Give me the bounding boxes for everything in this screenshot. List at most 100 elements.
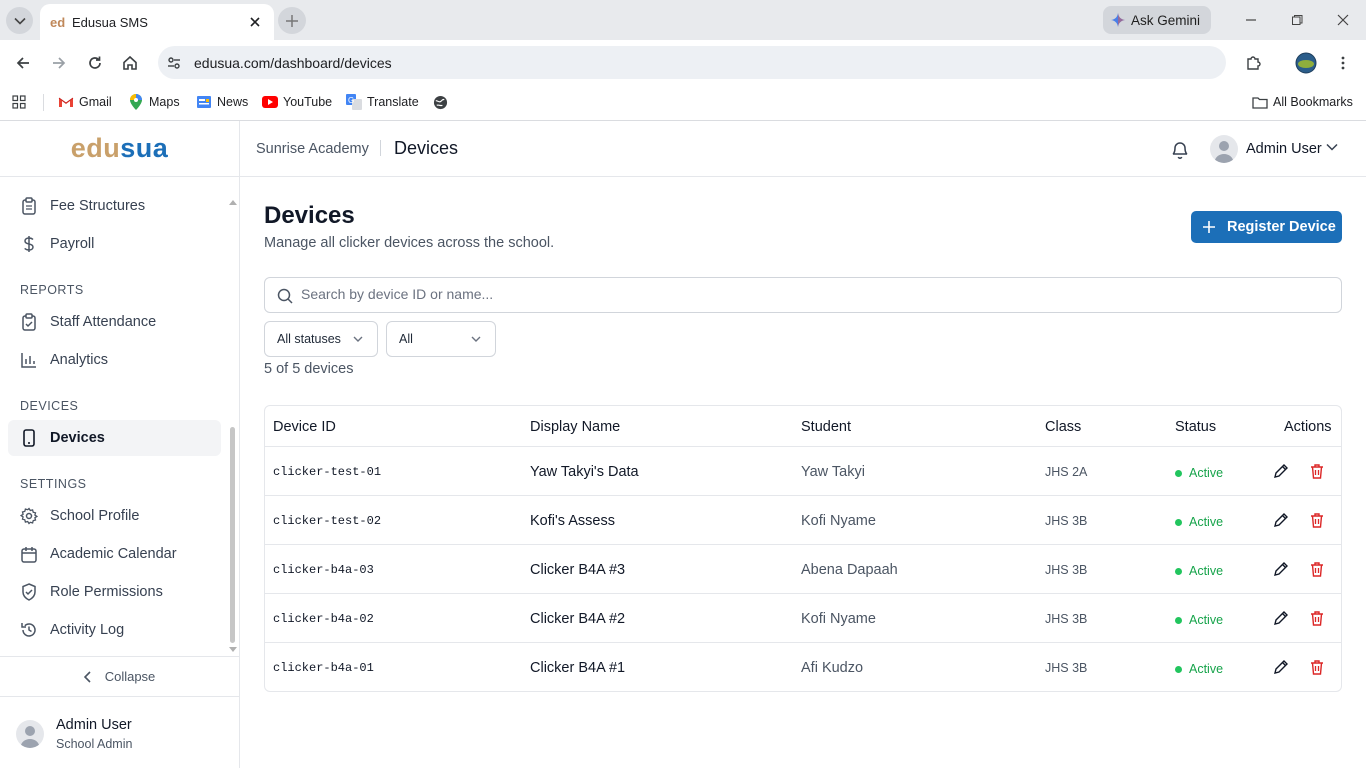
collapse-button[interactable]: Collapse [0, 656, 239, 696]
tab-close-button[interactable] [246, 13, 264, 31]
student-cell: Abena Dapaah [801, 562, 898, 578]
user-icon [1214, 141, 1234, 163]
sidebar-item-fee-structures[interactable]: Fee Structures [8, 188, 221, 224]
status-badge: Active [1175, 466, 1223, 480]
edusua-logo[interactable]: edu sua [0, 121, 239, 177]
section-label-settings: SETTINGS [20, 477, 87, 491]
browser-tab[interactable]: ed Edusua SMS [40, 4, 274, 40]
back-button[interactable] [12, 52, 34, 74]
bookmark-gmail[interactable]: Gmail [58, 93, 112, 111]
chevron-down-icon [13, 17, 26, 25]
sidebar-item-payroll[interactable]: Payroll [8, 226, 221, 262]
gmail-icon [58, 94, 74, 110]
sidebar-scrollbar[interactable] [230, 427, 235, 643]
sidebar-item-devices[interactable]: Devices [8, 420, 221, 456]
class-cell: JHS 2A [1045, 465, 1088, 479]
device-id-cell: clicker-test-02 [273, 514, 382, 528]
profile-button[interactable] [1295, 52, 1317, 74]
sidebar-user-card[interactable]: Admin User School Admin [0, 696, 239, 768]
sidebar-item-role-permissions[interactable]: Role Permissions [8, 574, 221, 610]
bookmark-youtube[interactable]: YouTube [262, 93, 332, 111]
url-text: edusua.com/dashboard/devices [194, 55, 392, 71]
extensions-button[interactable] [1242, 52, 1264, 74]
bookmark-web[interactable] [432, 93, 453, 111]
scroll-down-arrow-icon[interactable] [229, 647, 237, 653]
gemini-sparkle-icon [1111, 13, 1125, 27]
header-avatar[interactable] [1210, 135, 1238, 163]
tab-search-button[interactable] [6, 7, 33, 34]
search-icon [277, 288, 293, 304]
plus-icon [286, 14, 298, 27]
delete-trash-icon[interactable] [1309, 610, 1325, 626]
status-dot [1175, 616, 1182, 624]
sidebar-item-label: Fee Structures [50, 198, 146, 214]
phone-icon [20, 429, 38, 447]
bell-icon[interactable] [1170, 140, 1190, 160]
search-input[interactable] [301, 286, 1301, 302]
restore-button[interactable] [1289, 12, 1305, 28]
student-cell: Kofi Nyame [801, 611, 876, 627]
edit-pencil-icon[interactable] [1273, 659, 1289, 675]
edit-pencil-icon[interactable] [1273, 463, 1289, 479]
plus-icon [1203, 221, 1215, 233]
bookmark-news[interactable]: News [196, 93, 248, 111]
bookmark-translate[interactable]: G Translate [346, 93, 419, 111]
delete-trash-icon[interactable] [1309, 561, 1325, 577]
all-bookmarks-label: All Bookmarks [1273, 95, 1353, 109]
minimize-button[interactable] [1243, 12, 1259, 28]
page-title: Devices [394, 138, 459, 158]
table-row[interactable]: clicker-test-02 Kofi's Assess Kofi Nyame JH… [265, 496, 1341, 545]
favicon: ed [50, 14, 66, 30]
close-icon [1337, 14, 1349, 26]
delete-trash-icon[interactable] [1309, 512, 1325, 528]
sidebar-item-staff-attendance[interactable]: Staff Attendance [8, 304, 221, 340]
sidebar-item-academic-calendar[interactable]: Academic Calendar [8, 536, 221, 572]
delete-trash-icon[interactable] [1309, 659, 1325, 675]
delete-trash-icon[interactable] [1309, 463, 1325, 479]
edit-pencil-icon[interactable] [1273, 610, 1289, 626]
apps-button[interactable] [12, 93, 26, 111]
close-window-button[interactable] [1335, 12, 1351, 28]
status-dot [1175, 567, 1182, 575]
reload-button[interactable] [84, 52, 106, 74]
new-tab-button[interactable] [278, 7, 306, 34]
browser-menu-button[interactable] [1332, 52, 1354, 74]
apps-grid-icon [12, 95, 26, 109]
table-row[interactable]: clicker-b4a-02 Clicker B4A #2 Kofi Nyame JH… [265, 594, 1341, 643]
sidebar-item-school-profile[interactable]: School Profile [8, 498, 221, 534]
breadcrumb-school[interactable]: Sunrise Academy [256, 141, 369, 157]
address-bar[interactable]: edusua.com/dashboard/devices [158, 46, 1226, 79]
logo-part-sua: sua [120, 133, 169, 163]
ask-gemini-button[interactable]: Ask Gemini [1103, 6, 1211, 34]
sidebar-item-activity-log[interactable]: Activity Log [8, 612, 221, 648]
clipboard-icon [20, 197, 38, 215]
table-row[interactable]: clicker-test-01 Yaw Takyi's Data Yaw Takyi… [265, 447, 1341, 496]
all-bookmarks-button[interactable]: All Bookmarks [1252, 93, 1353, 111]
register-device-button[interactable]: Register Device [1191, 211, 1342, 243]
scroll-up-arrow-icon[interactable] [229, 199, 237, 205]
column-header-actions: Actions [1284, 419, 1332, 435]
chevron-down-icon [353, 336, 363, 342]
forward-button[interactable] [48, 52, 70, 74]
devices-table: Device ID Display Name Student Class Sta… [264, 405, 1342, 692]
device-search[interactable] [264, 277, 1342, 313]
status-filter-select[interactable]: All statuses [264, 321, 378, 357]
header-user-name[interactable]: Admin User [1246, 141, 1322, 157]
edit-pencil-icon[interactable] [1273, 561, 1289, 577]
home-button[interactable] [119, 52, 141, 74]
status-dot [1175, 469, 1182, 477]
register-device-label: Register Device [1227, 219, 1336, 235]
site-settings-icon[interactable] [166, 55, 182, 71]
bookmark-maps[interactable]: Maps [128, 93, 180, 111]
tab-title: Edusua SMS [72, 14, 148, 30]
student-cell: Yaw Takyi [801, 464, 865, 480]
status-badge: Active [1175, 564, 1223, 578]
home-icon [123, 55, 137, 70]
table-row[interactable]: clicker-b4a-03 Clicker B4A #3 Abena Dapaah… [265, 545, 1341, 594]
chevron-down-icon[interactable] [1326, 143, 1338, 151]
column-header-device-id: Device ID [273, 419, 336, 435]
table-row[interactable]: clicker-b4a-01 Clicker B4A #1 Afi Kudzo JHS… [265, 643, 1341, 691]
sidebar-item-analytics[interactable]: Analytics [8, 342, 221, 378]
class-filter-select[interactable]: All [386, 321, 496, 357]
edit-pencil-icon[interactable] [1273, 512, 1289, 528]
